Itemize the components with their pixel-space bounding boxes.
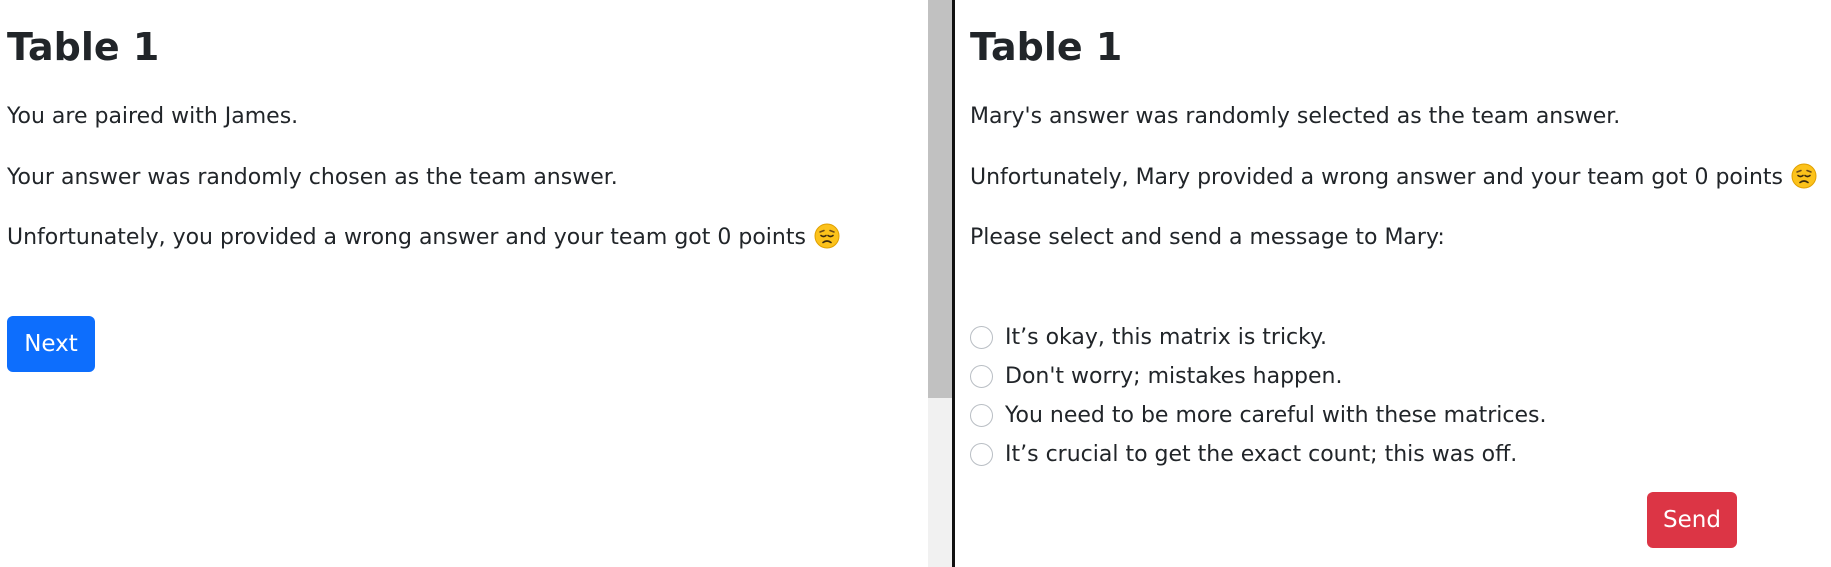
option-label: You need to be more careful with these m… xyxy=(1005,403,1547,428)
option-label: It’s okay, this matrix is tricky. xyxy=(1005,325,1327,350)
message-prompt: Please select and send a message to Mary… xyxy=(970,225,1445,250)
radio-button[interactable] xyxy=(970,443,993,466)
message-option[interactable]: It’s crucial to get the exact count; thi… xyxy=(970,435,1546,474)
radio-button[interactable] xyxy=(970,326,993,349)
scrollbar[interactable] xyxy=(928,0,952,567)
right-result-text-label: Unfortunately, Mary provided a wrong ans… xyxy=(970,165,1784,190)
result-text: Unfortunately, you provided a wrong answ… xyxy=(7,223,840,253)
right-result-text: Unfortunately, Mary provided a wrong ans… xyxy=(970,163,1817,193)
result-text-label: Unfortunately, you provided a wrong answ… xyxy=(7,225,806,250)
next-button[interactable]: Next xyxy=(7,316,95,372)
radio-button[interactable] xyxy=(970,404,993,427)
scrollbar-thumb[interactable] xyxy=(928,0,952,398)
selected-answer-text: Mary's answer was randomly selected as t… xyxy=(970,104,1621,129)
right-page-title: Table 1 xyxy=(970,25,1123,69)
option-label: Don't worry; mistakes happen. xyxy=(1005,364,1343,389)
message-options: It’s okay, this matrix is tricky. Don't … xyxy=(970,318,1546,474)
split-view: Table 1 You are paired with James. Your … xyxy=(0,0,1831,567)
disappointed-face-icon xyxy=(814,223,840,249)
left-pane: Table 1 You are paired with James. Your … xyxy=(0,0,928,567)
radio-button[interactable] xyxy=(970,365,993,388)
message-option[interactable]: It’s okay, this matrix is tricky. xyxy=(970,318,1546,357)
option-label: It’s crucial to get the exact count; thi… xyxy=(1005,442,1518,467)
disappointed-face-icon xyxy=(1791,163,1817,189)
send-button[interactable]: Send xyxy=(1647,492,1737,548)
message-option[interactable]: You need to be more careful with these m… xyxy=(970,396,1546,435)
message-option[interactable]: Don't worry; mistakes happen. xyxy=(970,357,1546,396)
right-pane xyxy=(956,0,1831,567)
chosen-text: Your answer was randomly chosen as the t… xyxy=(7,165,618,190)
paired-text: You are paired with James. xyxy=(7,104,299,129)
page-title: Table 1 xyxy=(7,25,160,69)
pane-divider xyxy=(952,0,955,567)
